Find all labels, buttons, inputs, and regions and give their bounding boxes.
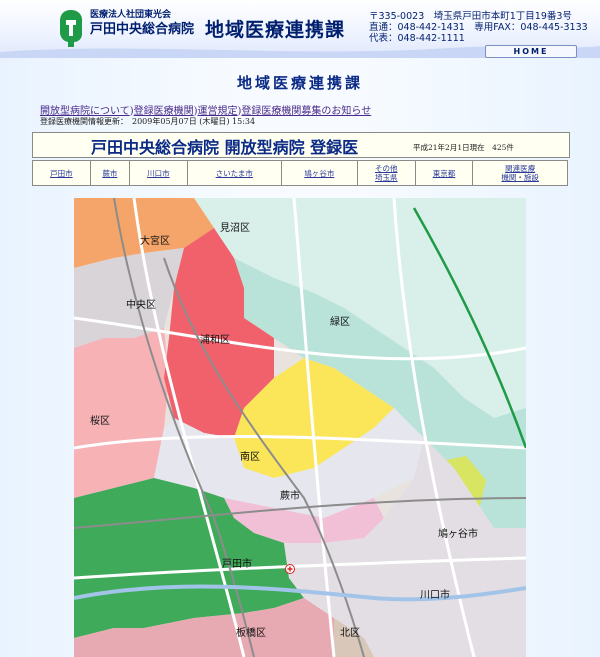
tab-label-line2: 埼玉県 <box>375 173 398 182</box>
contact-info: 〒335-0023 埼玉県戸田市本町1丁目19番3号 直通：048-442-14… <box>369 11 588 44</box>
tab-label-line2: 機関・施設 <box>501 173 539 182</box>
banner-date-note: 平成21年2月1日現在 425件 <box>413 143 514 152</box>
tab-toda[interactable]: 戸田市 <box>32 160 91 186</box>
tab-hatogaya[interactable]: 鳩ヶ谷市 <box>280 160 358 186</box>
phone-direct: 直通：048-442-1431 専用FAX：048-445-3133 <box>369 22 588 33</box>
map-label-hatogaya: 鳩ヶ谷市 <box>438 527 478 540</box>
tab-other-saitama[interactable]: その他 埼玉県 <box>356 160 416 186</box>
tab-kawaguchi[interactable]: 川口市 <box>129 160 188 186</box>
map-label-minuma: 見沼区 <box>220 221 250 234</box>
tab-saitama[interactable]: さいたま市 <box>186 160 282 186</box>
department-name: 地域医療連携課 <box>205 19 346 41</box>
postal-address: 〒335-0023 埼玉県戸田市本町1丁目19番3号 <box>369 11 572 22</box>
map-label-toda: 戸田市 <box>222 557 252 570</box>
tab-label: 戸田市 <box>50 168 73 178</box>
area-map: 見沼区 大宮区 中央区 浦和区 緑区 桜区 南区 蕨市 鳩ヶ谷市 戸田市 川口市… <box>74 198 526 657</box>
phone-main: 代表：048-442-1111 <box>369 33 465 44</box>
tab-label: 川口市 <box>147 168 170 178</box>
registry-banner: 戸田中央総合病院 開放型病院 登録医 平成21年2月1日現在 425件 <box>32 132 570 158</box>
area-tabs: 戸田市 蕨市 川口市 さいたま市 鳩ヶ谷市 その他 埼玉県 東京都 関連医療 機関・… <box>32 160 568 186</box>
map-label-minami: 南区 <box>240 450 260 463</box>
updated-timestamp: 登録医療機関情報更新： 2009年05月07日 (木曜日) 15:34 <box>40 117 256 126</box>
map-label-kawaguchi: 川口市 <box>420 588 450 601</box>
tab-label: さいたま市 <box>215 168 253 178</box>
map-label-kita: 北区 <box>340 627 360 639</box>
tab-label: 蕨市 <box>102 168 118 178</box>
tab-label: 関連医療 <box>505 164 536 173</box>
region-sakura <box>74 328 169 498</box>
breadcrumb-link-recruit[interactable]: 登録医療機関募集のお知らせ <box>241 106 371 117</box>
banner-title: 戸田中央総合病院 開放型病院 登録医 <box>91 138 359 157</box>
tab-label: 鳩ヶ谷市 <box>304 168 335 178</box>
home-button[interactable]: HOME <box>485 45 577 58</box>
hospital-name: 戸田中央総合病院 <box>90 22 195 37</box>
hospital-logo-icon <box>60 10 83 47</box>
tab-warabi[interactable]: 蕨市 <box>89 160 131 186</box>
breadcrumb: 開放型病院について)登録医療機関)運営規定)登録医療機関募集のお知らせ <box>40 102 371 117</box>
map-label-itabashi: 板橋区 <box>236 626 266 639</box>
tab-label: その他 <box>375 164 398 173</box>
map-label-chuo: 中央区 <box>126 298 156 311</box>
tab-tokyo[interactable]: 東京都 <box>414 160 474 186</box>
tab-label: 東京都 <box>432 168 456 178</box>
map-label-urawa: 浦和区 <box>200 333 230 346</box>
map-label-omiya: 大宮区 <box>140 234 170 247</box>
map-label-sakura: 桜区 <box>90 414 110 427</box>
page-title: 地域医療連携課 <box>236 74 363 92</box>
map-label-midori: 緑区 <box>330 315 350 328</box>
site-header: 医療法人社団東光会 戸田中央総合病院 地域医療連携課 〒335-0023 埼玉県… <box>0 0 600 58</box>
map-label-warabi: 蕨市 <box>280 489 300 502</box>
tab-related-facilities[interactable]: 関連医療 機関・施設 <box>472 160 568 186</box>
